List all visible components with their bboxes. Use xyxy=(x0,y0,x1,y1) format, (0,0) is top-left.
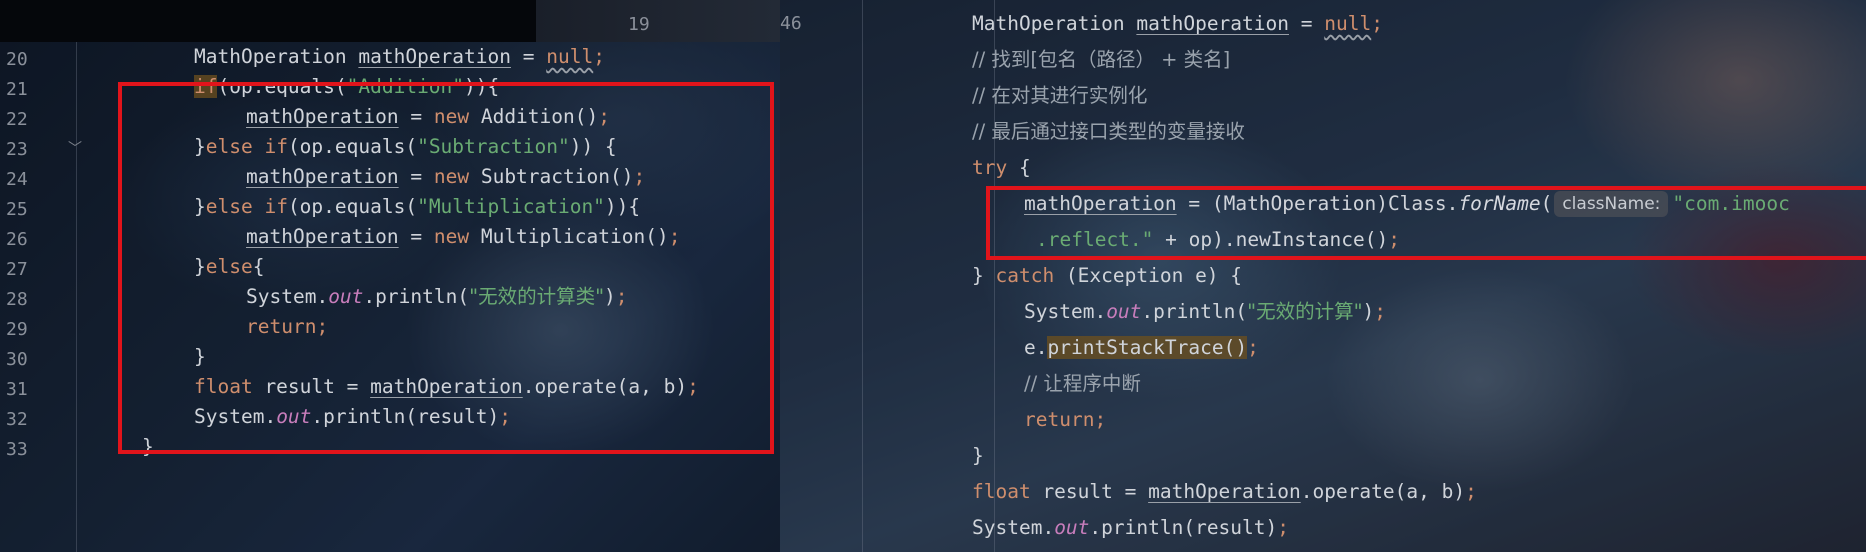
code-token: .println( xyxy=(1141,300,1248,323)
code-token: out xyxy=(1106,300,1142,323)
right-code-editor[interactable]: 46 MathOperation mathOperation = null; /… xyxy=(780,0,1866,552)
gutter-divider xyxy=(76,42,77,552)
line-number: 19 xyxy=(628,14,650,35)
code-token: null xyxy=(1324,12,1372,35)
code-token: ; xyxy=(1277,516,1290,539)
code-token: ; xyxy=(1465,480,1477,503)
code-token: .operate(a, b) xyxy=(1300,480,1466,503)
code-token: (Exception e) { xyxy=(1054,264,1243,287)
code-line[interactable]: e.printStackTrace(); xyxy=(1024,330,1259,366)
code-line[interactable]: return; xyxy=(1024,402,1106,438)
code-token: mathOperation xyxy=(1148,480,1301,503)
code-token: = xyxy=(511,45,547,68)
code-comment: // 在对其进行实例化 xyxy=(972,84,1148,107)
code-comment: // 最后通过接口类型的变量接收 xyxy=(972,120,1245,143)
highlight-box xyxy=(118,82,774,454)
code-line[interactable]: } xyxy=(972,438,984,474)
code-token: catch xyxy=(995,264,1055,287)
code-token: ; xyxy=(1374,300,1387,323)
fold-icon[interactable]: ﹀ xyxy=(68,138,82,158)
code-token: MathOperation xyxy=(972,12,1137,35)
code-line[interactable]: System.out.println("无效的计算"); xyxy=(1024,294,1386,330)
code-token: System. xyxy=(1024,300,1107,323)
code-token: } xyxy=(972,264,996,287)
code-token: .println(result) xyxy=(1089,516,1278,539)
code-token: ; xyxy=(1247,336,1259,359)
code-token: ; xyxy=(593,45,605,68)
code-token: { xyxy=(1007,156,1031,179)
highlight-box xyxy=(986,186,1866,260)
code-line[interactable]: float result = mathOperation.operate(a, … xyxy=(972,474,1477,510)
code-token: float xyxy=(972,480,1031,503)
left-code-editor[interactable]: ﹀ 20 21 22 23 24 25 26 27 28 29 30 31 32… xyxy=(0,42,822,552)
line-number: 33 xyxy=(6,439,28,460)
code-token: MathOperation xyxy=(194,45,359,68)
code-token: ) xyxy=(1362,300,1375,323)
code-token: "无效的计算" xyxy=(1247,300,1363,323)
code-token: null xyxy=(546,45,594,68)
background-editor-strip: 19 xyxy=(536,0,780,42)
code-token: return xyxy=(1024,408,1095,431)
code-token: mathOperation xyxy=(1136,12,1289,35)
code-token: ; xyxy=(1094,408,1107,431)
code-token: System. xyxy=(972,516,1055,539)
code-token: try xyxy=(972,156,1008,179)
code-token: ; xyxy=(1371,12,1383,35)
line-number: 46 xyxy=(780,13,802,34)
code-token: printStackTrace() xyxy=(1047,336,1248,359)
code-comment: // 找到[包名（路径） + 类名] xyxy=(972,48,1231,71)
code-token: = xyxy=(1289,12,1325,35)
code-line[interactable]: MathOperation mathOperation = null; xyxy=(972,6,1383,42)
code-line[interactable]: } catch (Exception e) { xyxy=(972,258,1242,294)
code-token: out xyxy=(1054,516,1090,539)
gutter-divider xyxy=(862,0,863,552)
code-comment: // 让程序中断 xyxy=(1024,372,1141,395)
code-line[interactable]: System.out.println(result); xyxy=(972,510,1289,546)
top-dark-strip xyxy=(0,0,536,42)
code-token: mathOperation xyxy=(358,45,511,68)
code-token: result = xyxy=(1030,480,1149,503)
code-token: e. xyxy=(1024,336,1048,359)
code-line[interactable]: try { xyxy=(972,150,1031,186)
